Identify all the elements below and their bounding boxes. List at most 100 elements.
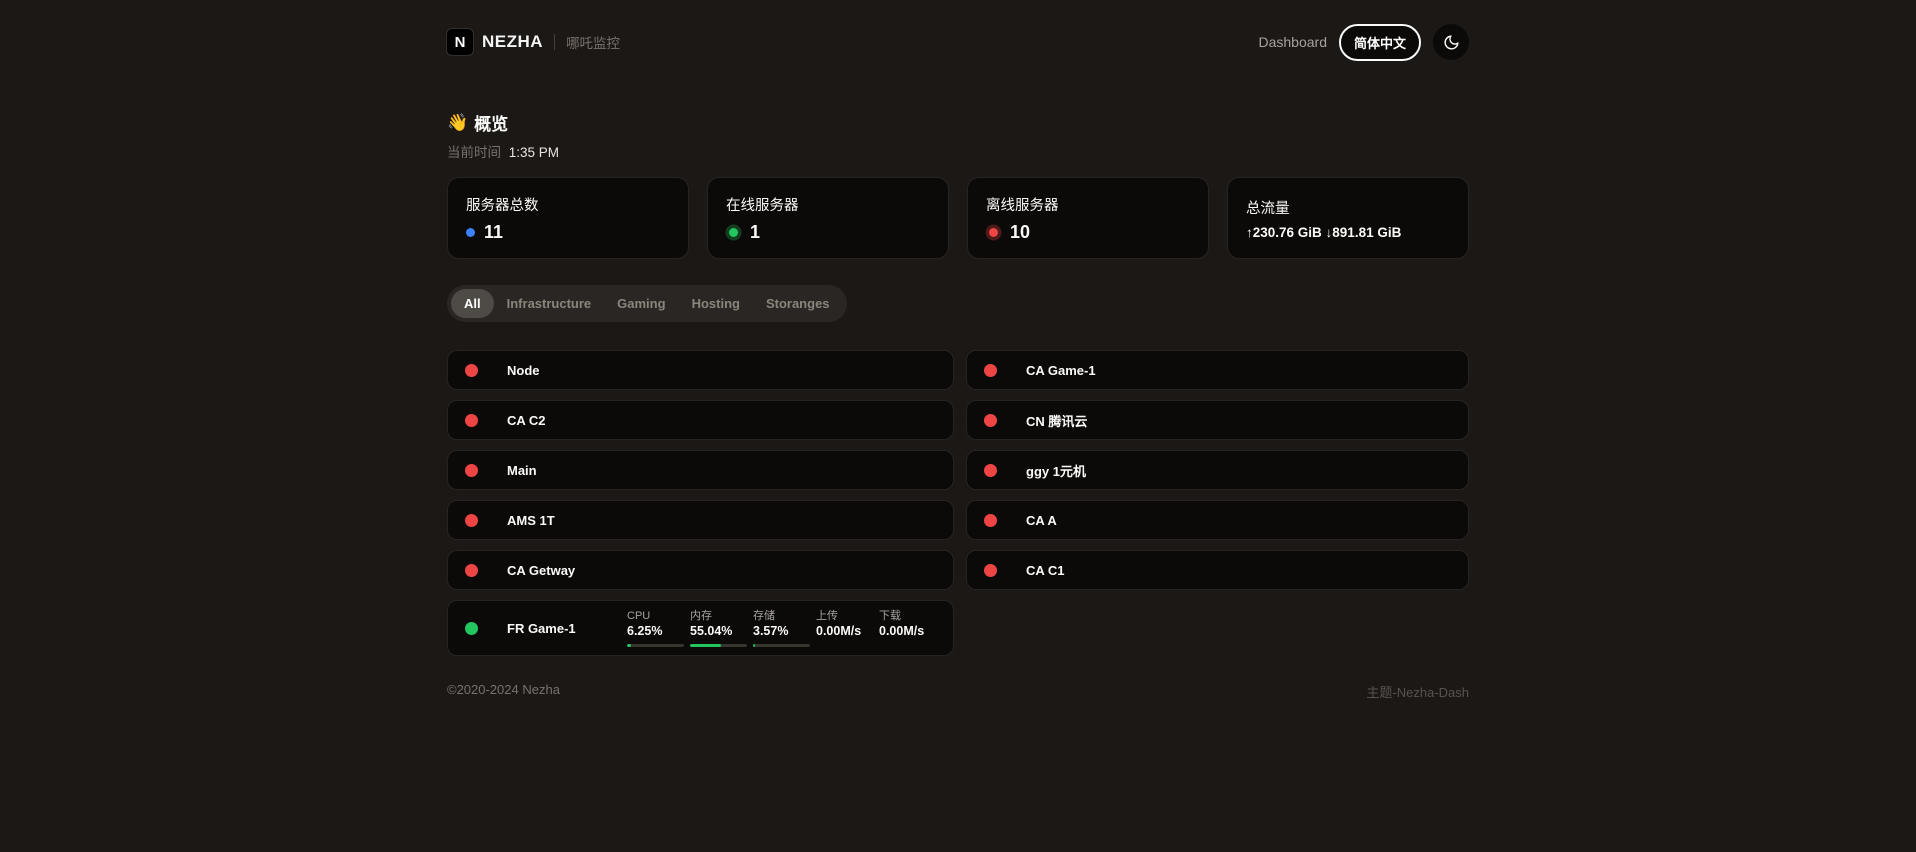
tab-all[interactable]: All <box>451 289 494 318</box>
metric-progress-bar <box>753 644 810 647</box>
server-row[interactable]: ggy 1元机 <box>966 450 1469 490</box>
server-status-dot-offline <box>465 414 478 427</box>
server-row[interactable]: CA Game-1 <box>966 350 1469 390</box>
stat-card-value: 10 <box>986 222 1190 243</box>
server-status-dot-offline <box>465 514 478 527</box>
server-name: CA Getway <box>507 563 575 578</box>
server-status-dot-offline <box>984 564 997 577</box>
footer: ©2020-2024 Nezha 主题-Nezha-Dash <box>447 682 1469 701</box>
stat-card-label: 总流量 <box>1246 197 1450 218</box>
brand-subtitle: 哪吒监控 <box>566 32 620 52</box>
page-title: 👋 概览 <box>447 110 1469 135</box>
server-name: CA C2 <box>507 413 546 428</box>
metric-progress-bar <box>627 644 684 647</box>
metric-progress-bar <box>690 644 747 647</box>
metric-label: 内存 <box>690 609 747 623</box>
stat-card-offline-servers[interactable]: 离线服务器 10 <box>967 177 1209 259</box>
stat-card-number: 10 <box>1010 222 1030 243</box>
tab-infrastructure[interactable]: Infrastructure <box>494 289 605 318</box>
server-grid: Node CA Game-1 CA C2 CN 腾讯云 Main ggy 1元机 AMS 1… <box>447 350 1469 656</box>
stat-card-online-servers[interactable]: 在线服务器 1 <box>707 177 949 259</box>
metric-value: 3.57% <box>753 623 810 641</box>
language-button[interactable]: 简体中文 <box>1339 24 1421 61</box>
tab-hosting[interactable]: Hosting <box>679 289 753 318</box>
server-name: AMS 1T <box>507 513 555 528</box>
metric-内存: 内存55.04% <box>690 609 747 647</box>
metric-label: 上传 <box>816 609 873 623</box>
metric-progress-fill <box>753 644 755 647</box>
server-row[interactable]: CA A <box>966 500 1469 540</box>
server-name: CA Game-1 <box>1026 363 1096 378</box>
moon-icon <box>1443 34 1460 51</box>
group-tabs: AllInfrastructureGamingHostingStoranges <box>447 285 847 322</box>
server-status-dot-offline <box>984 414 997 427</box>
stat-cards: 服务器总数 11 在线服务器 1 离线服务器 10 总流量 ↑230.76 GiB ↓891.… <box>447 177 1469 259</box>
server-row[interactable]: Main <box>447 450 954 490</box>
server-name: CA C1 <box>1026 563 1065 578</box>
metric-上传: 上传0.00M/s <box>816 609 873 647</box>
server-row[interactable]: CN 腾讯云 <box>966 400 1469 440</box>
stat-card-number: 1 <box>750 222 760 243</box>
copyright-text: ©2020-2024 Nezha <box>447 682 560 701</box>
server-metrics: CPU6.25%内存55.04%存储3.57%上传0.00M/s下载0.00M/… <box>627 609 936 647</box>
stat-card-label: 服务器总数 <box>466 194 670 215</box>
server-status-dot-online <box>465 622 478 635</box>
server-name: CN 腾讯云 <box>1026 411 1087 430</box>
nezha-dashboard: N NEZHA 哪吒监控 Dashboard 简体中文 👋 概览 <box>447 0 1469 701</box>
server-status-dot-offline <box>984 464 997 477</box>
server-name: FR Game-1 <box>507 621 627 636</box>
stat-card-number: ↑230.76 GiB ↓891.81 GiB <box>1246 225 1401 240</box>
server-status-dot-offline <box>984 364 997 377</box>
server-row[interactable]: Node <box>447 350 954 390</box>
main-content: 👋 概览 当前时间 1:35 PM 服务器总数 11 在线服务器 1 离线服务器 10 总流… <box>447 110 1469 656</box>
server-name: Node <box>507 363 540 378</box>
tab-gaming[interactable]: Gaming <box>604 289 678 318</box>
theme-toggle-button[interactable] <box>1433 24 1469 60</box>
time-label: 当前时间 <box>447 145 501 160</box>
server-status-dot-offline <box>984 514 997 527</box>
metric-label: CPU <box>627 609 684 623</box>
brand-name: NEZHA <box>482 32 543 52</box>
stat-card-label: 离线服务器 <box>986 194 1190 215</box>
server-row[interactable]: CA Getway <box>447 550 954 590</box>
server-row[interactable]: AMS 1T <box>447 500 954 540</box>
metric-value: 0.00M/s <box>816 623 873 641</box>
offline-servers-status-dot <box>989 228 998 237</box>
current-time: 当前时间 1:35 PM <box>447 141 1469 161</box>
server-name: ggy 1元机 <box>1026 461 1086 480</box>
time-value: 1:35 PM <box>509 145 559 160</box>
server-row[interactable]: CA C1 <box>966 550 1469 590</box>
stat-card-value: 1 <box>726 222 930 243</box>
metric-value: 6.25% <box>627 623 684 641</box>
overview-section: 👋 概览 当前时间 1:35 PM <box>447 110 1469 161</box>
metric-label: 下载 <box>879 609 936 623</box>
online-servers-status-dot <box>729 228 738 237</box>
total-servers-status-dot <box>466 228 475 237</box>
brand-home-link[interactable]: N NEZHA 哪吒监控 <box>447 29 620 55</box>
server-name: Main <box>507 463 537 478</box>
metric-value: 55.04% <box>690 623 747 641</box>
metric-value: 0.00M/s <box>879 623 936 641</box>
metric-progress-fill <box>627 644 631 647</box>
server-status-dot-offline <box>465 464 478 477</box>
nezha-logo: N <box>447 29 473 55</box>
metric-cpu: CPU6.25% <box>627 609 684 647</box>
tab-storanges[interactable]: Storanges <box>753 289 843 318</box>
server-row[interactable]: FR Game-1CPU6.25%内存55.04%存储3.57%上传0.00M/… <box>447 600 954 656</box>
metric-存储: 存储3.57% <box>753 609 810 647</box>
header: N NEZHA 哪吒监控 Dashboard 简体中文 <box>447 0 1469 62</box>
server-row[interactable]: CA C2 <box>447 400 954 440</box>
stat-card-number: 11 <box>484 222 503 243</box>
metric-progress-fill <box>690 644 721 647</box>
stat-card-label: 在线服务器 <box>726 194 930 215</box>
theme-credit-text: 主题-Nezha-Dash <box>1366 682 1469 701</box>
metric-label: 存储 <box>753 609 810 623</box>
wave-emoji: 👋 <box>447 113 468 133</box>
stat-card-total-servers[interactable]: 服务器总数 11 <box>447 177 689 259</box>
stat-card-total-traffic[interactable]: 总流量 ↑230.76 GiB ↓891.81 GiB <box>1227 177 1469 259</box>
header-actions: Dashboard 简体中文 <box>1258 24 1469 61</box>
brand-divider <box>554 34 555 50</box>
stat-card-value: 11 <box>466 222 670 243</box>
server-status-dot-offline <box>465 564 478 577</box>
dashboard-link[interactable]: Dashboard <box>1258 34 1327 50</box>
